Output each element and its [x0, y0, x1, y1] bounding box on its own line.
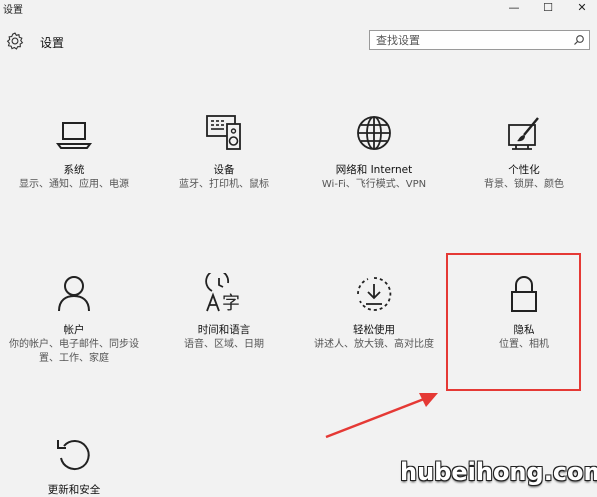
tile-label: 系统: [63, 164, 85, 176]
tile-label: 更新和安全: [47, 484, 101, 496]
ease-of-access-icon: [357, 277, 392, 311]
tile-description: 你的帐户、电子邮件、同步设置、工作、家庭: [9, 339, 139, 364]
tile-personalization[interactable]: 个性化 背景、锁屏、颜色: [454, 110, 594, 250]
tile-description: Wi-Fi、飞行模式、VPN: [321, 179, 427, 190]
close-button[interactable]: ✕: [570, 0, 594, 16]
maximize-button[interactable]: ☐: [536, 0, 560, 16]
tile-label: 设备: [213, 164, 235, 176]
tile-update-security[interactable]: 更新和安全: [4, 432, 144, 496]
tile-label: 网络和 Internet: [335, 164, 413, 176]
globe-icon: [357, 116, 391, 150]
privacy-highlight-box: [446, 253, 581, 391]
svg-text:字: 字: [222, 293, 240, 313]
tile-label: 个性化: [508, 164, 540, 176]
settings-header: 设置: [0, 26, 597, 56]
window-title: 设置: [3, 5, 23, 16]
title-bar: 设置 — ☐ ✕: [0, 0, 597, 16]
tile-description: 显示、通知、应用、电源: [19, 179, 129, 190]
tile-network[interactable]: 网络和 Internet Wi-Fi、飞行模式、VPN: [304, 110, 444, 250]
page-title: 设置: [40, 36, 65, 50]
annotation-arrow-icon: [325, 393, 438, 439]
tile-label: 帐户: [63, 324, 85, 336]
time-language-icon: 字: [205, 273, 240, 313]
devices-icon: [206, 115, 241, 150]
tile-description: 蓝牙、打印机、鼠标: [179, 179, 269, 190]
tile-label: 时间和语言: [197, 324, 251, 336]
laptop-icon: [56, 122, 92, 149]
tile-time-language[interactable]: 字 时间和语言 语音、区域、日期: [154, 270, 294, 410]
person-icon: [58, 276, 90, 312]
search-box[interactable]: [369, 30, 590, 50]
tile-accounts[interactable]: 帐户 你的帐户、电子邮件、同步设置、工作、家庭: [4, 270, 144, 410]
update-icon: [57, 440, 90, 471]
minimize-button[interactable]: —: [502, 0, 526, 16]
watermark: hubeihong.com: [400, 458, 597, 486]
gear-icon: [6, 32, 24, 50]
tile-description: 背景、锁屏、颜色: [484, 179, 564, 190]
paintbrush-icon: [508, 117, 539, 150]
search-icon[interactable]: [573, 34, 585, 46]
tile-description: 语音、区域、日期: [184, 339, 264, 350]
tile-system[interactable]: 系统 显示、通知、应用、电源: [4, 110, 144, 250]
tile-label: 轻松使用: [353, 324, 395, 336]
tile-description: 讲述人、放大镜、高对比度: [314, 339, 434, 350]
tile-devices[interactable]: 设备 蓝牙、打印机、鼠标: [154, 110, 294, 250]
search-input[interactable]: [376, 33, 566, 47]
